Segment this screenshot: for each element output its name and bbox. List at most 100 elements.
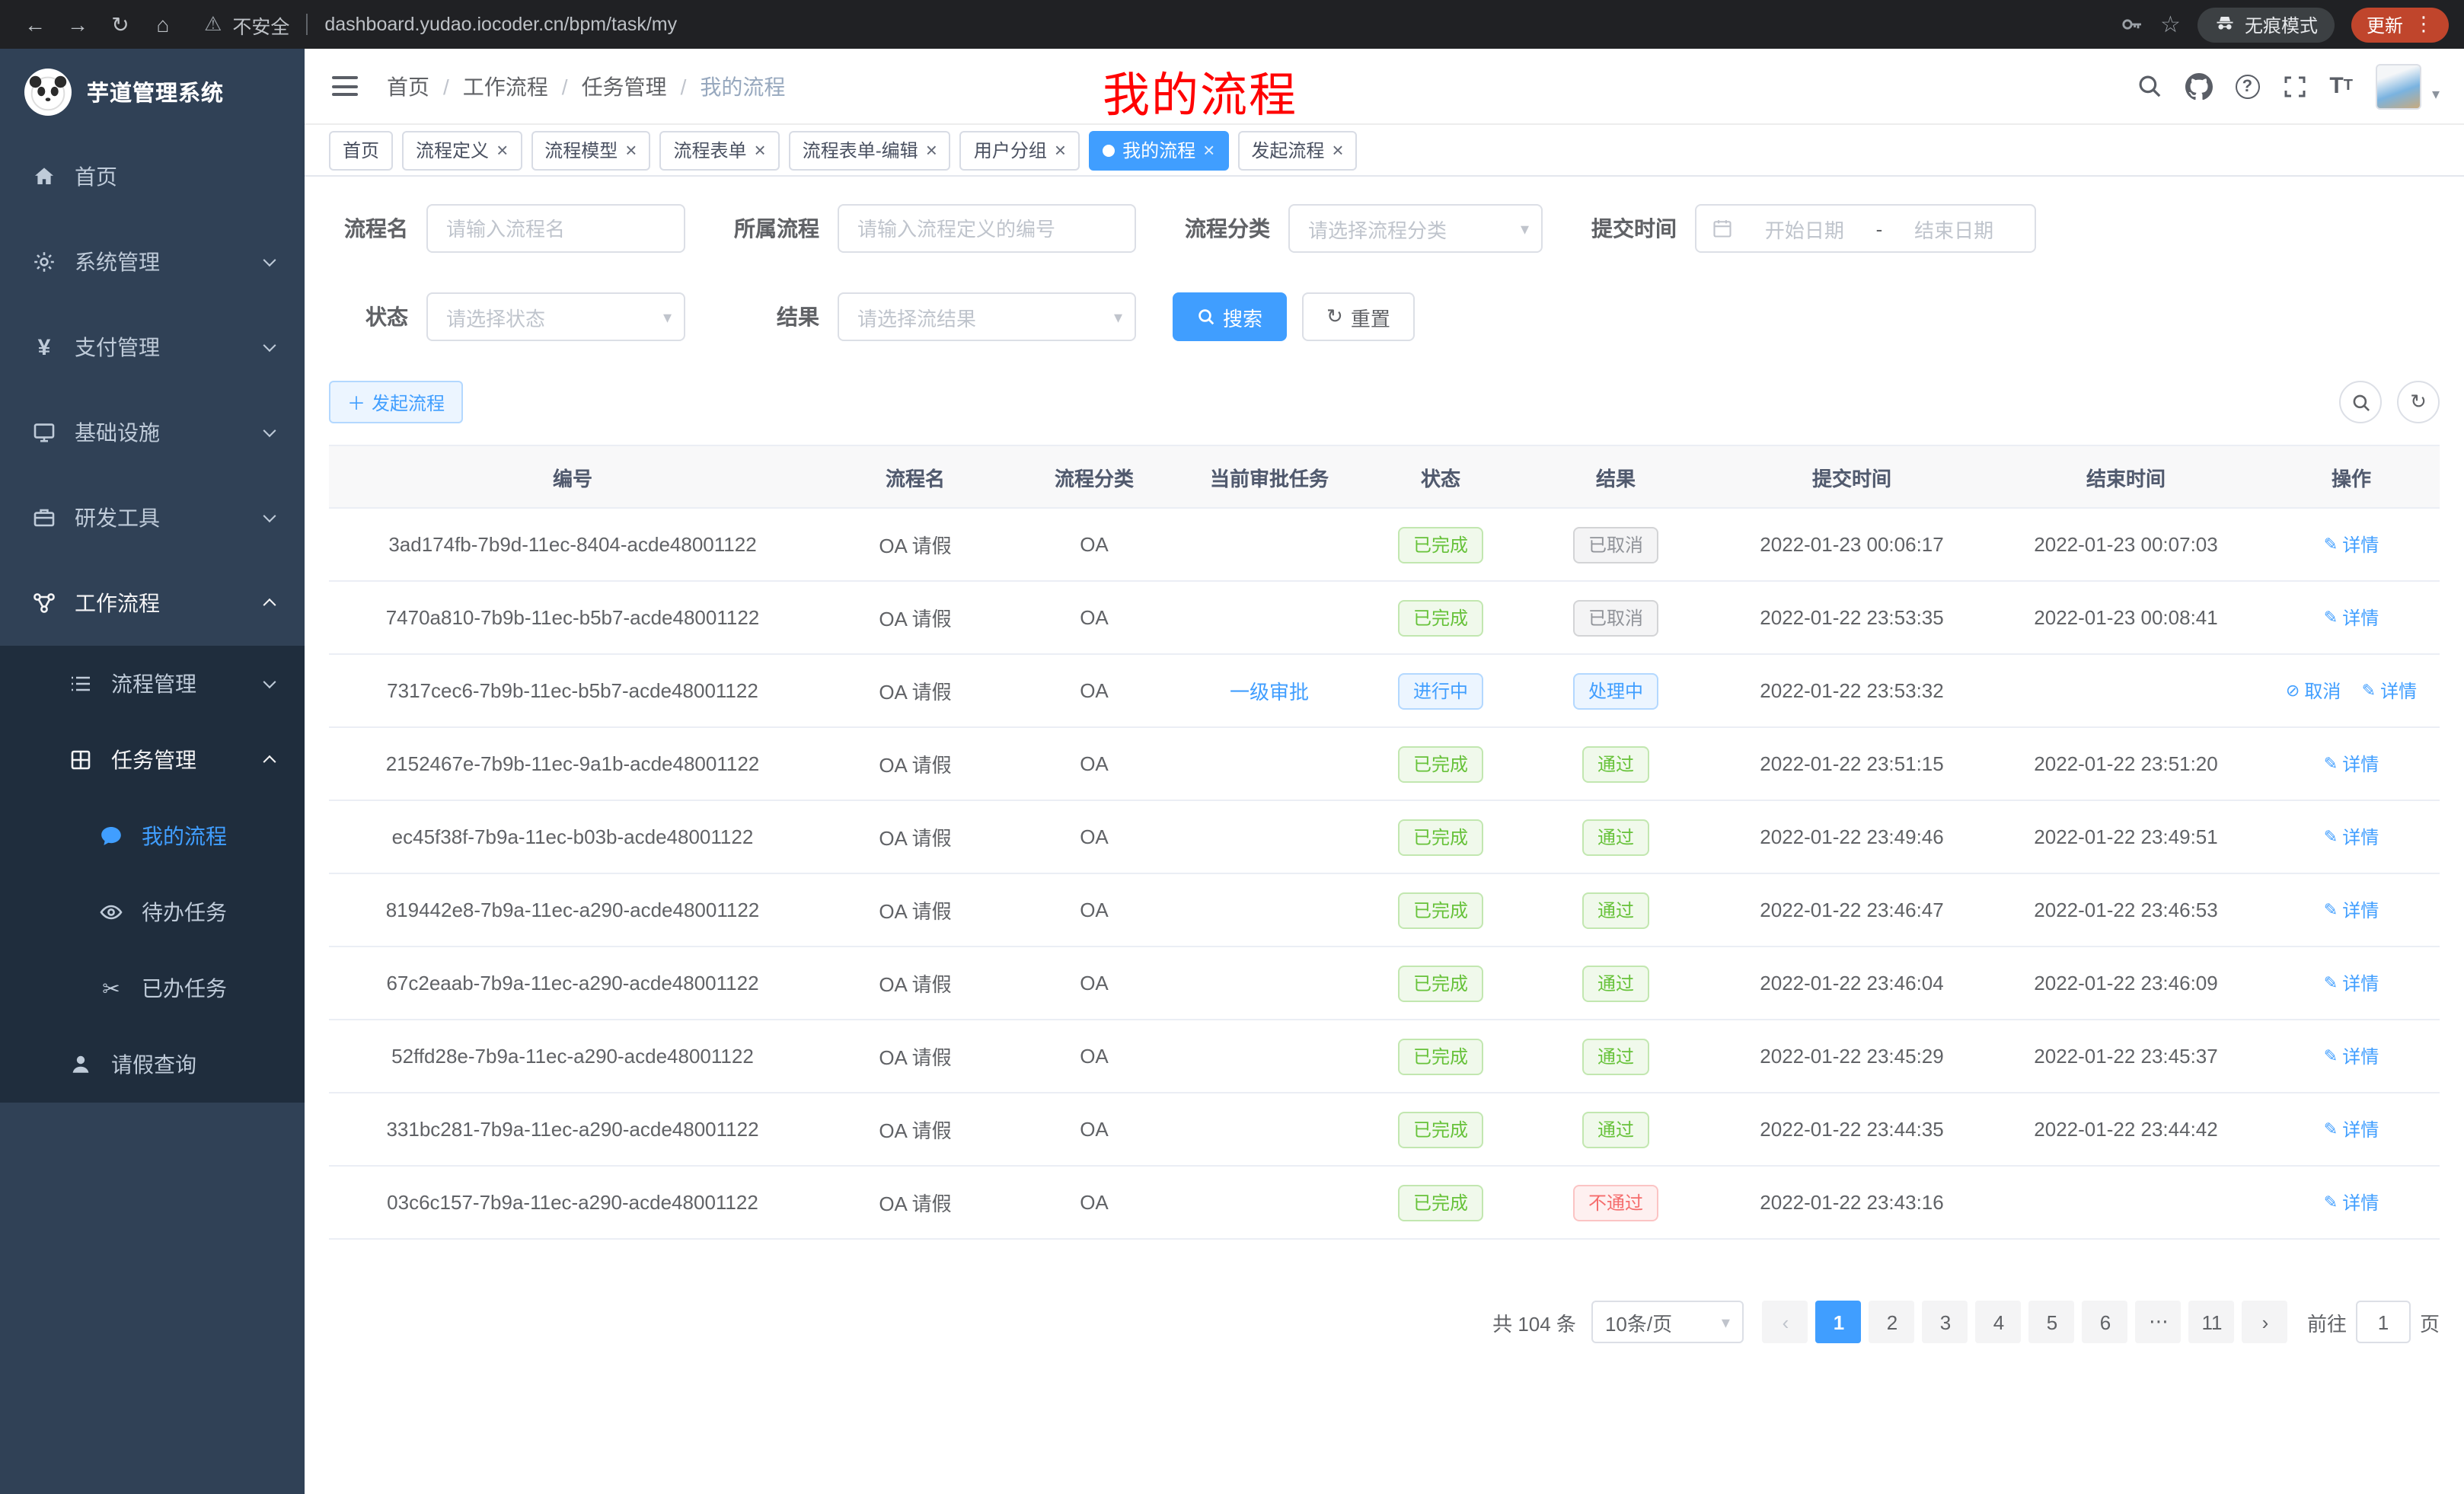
goto-page-input[interactable] — [2356, 1301, 2411, 1343]
tab[interactable]: 流程表单-编辑 × — [789, 130, 951, 170]
sidebar-item-home[interactable]: 首页 — [0, 134, 305, 219]
detail-link[interactable]: ✎详情 — [2324, 605, 2379, 630]
detail-link[interactable]: ✎详情 — [2324, 897, 2379, 923]
chevron-up-icon — [263, 599, 276, 611]
page-button[interactable]: 3 — [1923, 1301, 1968, 1343]
page-button[interactable]: 6 — [2083, 1301, 2128, 1343]
breadcrumb-item[interactable]: 首页 — [387, 71, 463, 101]
refresh-table-button[interactable]: ↻ — [2397, 381, 2440, 423]
sidebar-item-todo[interactable]: 待办任务 — [0, 874, 305, 950]
incognito-badge: 无痕模式 — [2197, 7, 2335, 42]
close-icon[interactable]: × — [496, 140, 508, 160]
create-process-button[interactable]: ＋ 发起流程 — [329, 381, 463, 423]
status-tag: 已完成 — [1398, 526, 1483, 563]
breadcrumb-item[interactable]: 任务管理 — [582, 71, 701, 101]
detail-link[interactable]: ✎详情 — [2324, 1043, 2379, 1069]
bookmark-star-icon[interactable]: ☆ — [2160, 11, 2181, 38]
page-button[interactable]: 5 — [2029, 1301, 2075, 1343]
cell-status: 已完成 — [1364, 965, 1517, 1001]
result-select[interactable]: 请选择流结果 ▾ — [838, 292, 1136, 341]
reset-button[interactable]: ↻ 重置 — [1302, 292, 1415, 341]
cell-id: ec45f38f-7b9a-11ec-b03b-acde48001122 — [329, 825, 816, 848]
back-icon[interactable]: ← — [15, 5, 55, 44]
caret-down-icon[interactable]: ▾ — [2432, 86, 2440, 103]
result-tag: 通过 — [1582, 892, 1649, 928]
detail-link[interactable]: ✎详情 — [2324, 1189, 2379, 1215]
page-button[interactable]: ⋯ — [2136, 1301, 2182, 1343]
close-icon[interactable]: × — [926, 140, 937, 160]
tab[interactable]: 用户分组 × — [960, 130, 1080, 170]
tab[interactable]: 发起流程 × — [1237, 130, 1357, 170]
forward-icon[interactable]: → — [58, 5, 97, 44]
cell-actions: ⊘取消 ✎详情 — [2263, 751, 2440, 777]
process-def-input[interactable] — [838, 204, 1136, 253]
avatar[interactable] — [2376, 63, 2421, 109]
tab[interactable]: 流程定义 × — [402, 130, 522, 170]
fullscreen-icon[interactable] — [2282, 74, 2306, 98]
update-button[interactable]: 更新 ⋮ — [2351, 7, 2449, 42]
prev-page-button[interactable]: ‹ — [1763, 1301, 1808, 1343]
sidebar-item-task-mgmt[interactable]: 任务管理 — [0, 722, 305, 798]
toggle-search-button[interactable] — [2339, 381, 2382, 423]
key-icon[interactable] — [2119, 12, 2143, 37]
page-button[interactable]: 11 — [2189, 1301, 2235, 1343]
page-size-select[interactable]: 10条/页 ▾ — [1591, 1301, 1744, 1343]
page-button[interactable]: 1 — [1816, 1301, 1862, 1343]
sidebar-item-pay[interactable]: ¥ 支付管理 — [0, 305, 305, 390]
github-icon[interactable] — [2185, 72, 2212, 100]
reload-icon[interactable]: ↻ — [101, 5, 140, 44]
tab[interactable]: 首页 × — [329, 130, 393, 170]
page-content: 流程名 所属流程 流程分类 请选择流程分类 ▾ — [305, 177, 2464, 1494]
detail-link[interactable]: ✎详情 — [2362, 678, 2417, 704]
help-icon[interactable]: ? — [2235, 74, 2259, 98]
close-icon[interactable]: × — [1203, 140, 1214, 160]
date-range-picker[interactable]: 开始日期 - 结束日期 — [1695, 204, 2036, 253]
address-bar[interactable]: ⚠ 不安全 dashboard.yudao.iocoder.cn/bpm/tas… — [204, 10, 2116, 39]
close-icon[interactable]: × — [755, 140, 766, 160]
detail-link[interactable]: ✎详情 — [2324, 1116, 2379, 1142]
cell-submit-time: 2022-01-22 23:51:15 — [1715, 752, 1989, 775]
tab-label: 流程模型 — [544, 137, 618, 163]
sidebar-item-workflow[interactable]: 工作流程 — [0, 560, 305, 646]
font-size-icon[interactable]: TT — [2329, 75, 2353, 97]
task-link[interactable]: 一级审批 — [1230, 681, 1309, 704]
process-name-input[interactable] — [426, 204, 685, 253]
cell-name: OA 请假 — [816, 1188, 1014, 1217]
hamburger-icon[interactable] — [329, 70, 361, 102]
sidebar-item-my-process[interactable]: 我的流程 — [0, 798, 305, 874]
search-button[interactable]: 搜索 — [1173, 292, 1287, 341]
browser-home-icon[interactable]: ⌂ — [143, 5, 183, 44]
cancel-link[interactable]: ⊘取消 — [2286, 678, 2341, 704]
detail-link[interactable]: ✎详情 — [2324, 751, 2379, 777]
detail-link[interactable]: ✎详情 — [2324, 532, 2379, 557]
close-icon[interactable]: × — [1055, 140, 1066, 160]
sidebar-item-dev[interactable]: 研发工具 — [0, 475, 305, 560]
page-button[interactable]: 2 — [1869, 1301, 1915, 1343]
search-icon[interactable] — [2136, 73, 2162, 99]
breadcrumb-item[interactable]: 工作流程 — [463, 71, 582, 101]
cell-status: 已完成 — [1364, 599, 1517, 636]
sidebar-item-infra[interactable]: 基础设施 — [0, 390, 305, 475]
tab[interactable]: 流程表单 × — [659, 130, 779, 170]
sidebar-item-leave[interactable]: 请假查询 — [0, 1026, 305, 1103]
close-icon[interactable]: × — [625, 140, 637, 160]
browser-menu-icon[interactable]: ⋮ — [2414, 12, 2434, 37]
table-row: 03c6c157-7b9a-11ec-a290-acde48001122 OA … — [329, 1167, 2440, 1240]
logo[interactable]: 芋道管理系统 — [0, 49, 305, 134]
table-header: 编号 流程名 流程分类 当前审批任务 状态 结果 提交时间 结束时间 操作 — [329, 445, 2440, 509]
page-button[interactable]: 4 — [1976, 1301, 2022, 1343]
detail-link[interactable]: ✎详情 — [2324, 970, 2379, 996]
sidebar-item-system[interactable]: 系统管理 — [0, 219, 305, 305]
close-icon[interactable]: × — [1332, 140, 1343, 160]
category-select[interactable]: 请选择流程分类 ▾ — [1288, 204, 1543, 253]
status-select[interactable]: 请选择状态 ▾ — [426, 292, 685, 341]
breadcrumb-item[interactable]: 我的流程 — [700, 71, 785, 101]
next-page-button[interactable]: › — [2242, 1301, 2288, 1343]
detail-link[interactable]: ✎详情 — [2324, 824, 2379, 850]
sidebar-item-process-mgmt[interactable]: 流程管理 — [0, 646, 305, 722]
sidebar-item-done[interactable]: ✂ 已办任务 — [0, 950, 305, 1026]
status-tag: 已完成 — [1398, 1184, 1483, 1221]
tab[interactable]: 我的流程 × — [1089, 130, 1228, 170]
tab[interactable]: 流程模型 × — [531, 130, 650, 170]
cell-actions: ⊘取消 ✎详情 — [2263, 824, 2440, 850]
